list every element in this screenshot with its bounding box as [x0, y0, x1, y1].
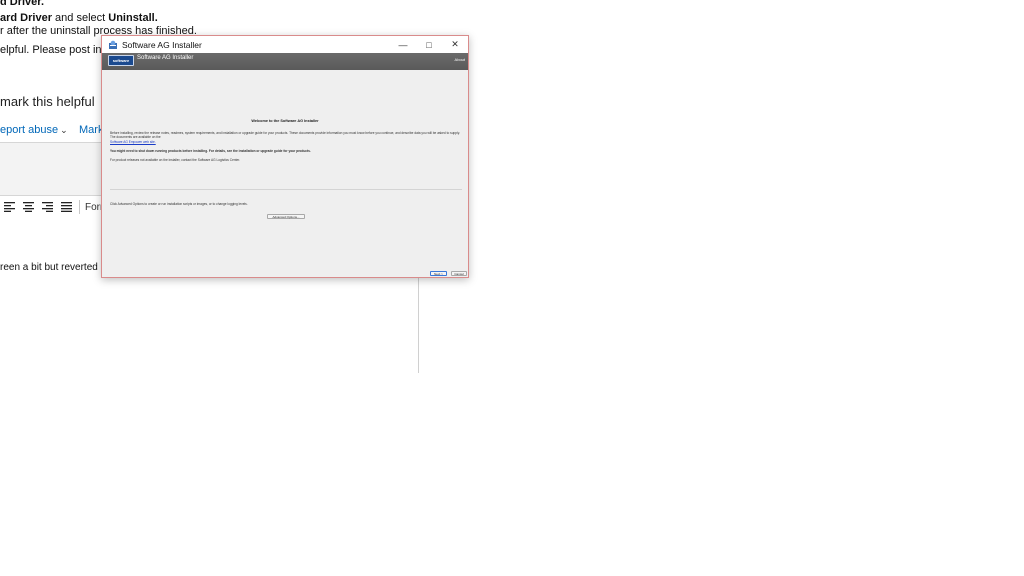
- installer-content: Welcome to the Software AG Installer Bef…: [102, 70, 468, 270]
- welcome-heading: Welcome to the Software AG Installer: [251, 119, 319, 123]
- brand-title: Software AG Installer: [137, 55, 194, 61]
- release-notes-paragraph: Before installing, review the release no…: [110, 131, 460, 140]
- align-left-icon: [4, 202, 15, 212]
- advanced-options-button[interactable]: Advanced Options...: [267, 214, 305, 219]
- software-ag-logo: software: [108, 55, 134, 66]
- maximize-icon: □: [426, 39, 432, 50]
- instruction-line-4: elpful. Please post in ca: [0, 44, 117, 56]
- reply-text: reen a bit but reverted i: [0, 262, 103, 273]
- report-abuse-link[interactable]: eport abuse ⌄: [0, 124, 68, 136]
- align-center-button[interactable]: [19, 198, 38, 216]
- advanced-options-text: Click Advanced Options to create or run …: [110, 202, 248, 206]
- justify-button[interactable]: [57, 198, 76, 216]
- title-bar[interactable]: Software AG Installer — □ ✕: [102, 36, 468, 53]
- chevron-down-icon: ⌄: [60, 125, 68, 135]
- align-right-button[interactable]: [38, 198, 57, 216]
- content-divider: [110, 189, 462, 190]
- window-controls: — □ ✕: [390, 36, 468, 53]
- mark-link[interactable]: Mark: [79, 124, 103, 136]
- brand-bar: software Software AG Installer About: [102, 53, 468, 70]
- maximize-button[interactable]: □: [416, 36, 442, 53]
- installer-app-icon: [109, 40, 117, 49]
- justify-icon: [61, 202, 72, 212]
- next-button[interactable]: Next >: [430, 271, 447, 276]
- column-divider: [418, 270, 419, 373]
- instruction-line-2: ard Driver and select Uninstall.: [0, 12, 158, 24]
- align-right-icon: [42, 202, 53, 212]
- align-left-button[interactable]: [0, 198, 19, 216]
- align-center-icon: [23, 202, 34, 212]
- minimize-button[interactable]: —: [390, 36, 416, 53]
- close-button[interactable]: ✕: [442, 36, 468, 53]
- logistics-paragraph: For product releases not available on th…: [110, 158, 241, 162]
- window-title: Software AG Installer: [122, 39, 202, 50]
- about-link[interactable]: About: [455, 57, 465, 62]
- editor-toolbar: Form: [0, 197, 108, 217]
- cancel-button[interactable]: Cancel: [451, 271, 467, 276]
- helpful-prompt: mark this helpful: [0, 94, 95, 109]
- minimize-icon: —: [398, 39, 408, 50]
- installer-window: Software AG Installer — □ ✕ software Sof…: [101, 35, 469, 278]
- toolbar-divider: [79, 200, 80, 214]
- shutdown-notice: You might need to shut down running prod…: [110, 149, 311, 153]
- close-icon: ✕: [451, 39, 459, 49]
- reply-editor[interactable]: [0, 142, 102, 196]
- empower-link[interactable]: Software AG Empower web site.: [110, 140, 460, 144]
- instruction-line-1: d Driver.: [0, 0, 45, 8]
